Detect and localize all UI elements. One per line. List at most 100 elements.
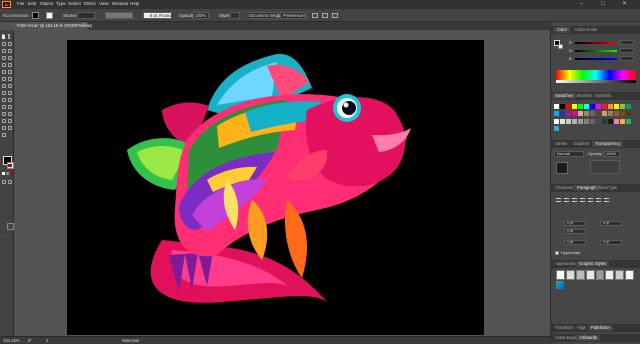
color-swatch[interactable] xyxy=(566,111,571,117)
arrange-icon[interactable] xyxy=(312,13,318,18)
color-swatch[interactable] xyxy=(590,118,595,124)
color-swatch[interactable] xyxy=(560,104,565,109)
color-swatch[interactable] xyxy=(602,104,607,109)
first-line-indent-field[interactable]: 0 pt xyxy=(564,229,586,234)
tab-stroke[interactable]: Stroke xyxy=(552,141,570,147)
panel-menu-icon[interactable] xyxy=(332,13,338,18)
magic-wand-icon[interactable] xyxy=(2,42,6,46)
none-mode-icon[interactable] xyxy=(10,172,13,175)
color-swatch[interactable] xyxy=(596,104,601,109)
color-swatch[interactable] xyxy=(590,111,595,117)
menu-window[interactable]: Window xyxy=(112,2,128,7)
red-value-field[interactable] xyxy=(620,40,634,45)
space-before-field[interactable]: 0 pt xyxy=(564,240,586,245)
color-swatch[interactable] xyxy=(554,118,559,124)
shaper-tool-icon[interactable] xyxy=(2,70,6,74)
color-swatch[interactable] xyxy=(572,111,577,117)
menu-type[interactable]: Type xyxy=(56,2,66,7)
perspective-grid-icon[interactable] xyxy=(2,98,6,102)
align-right-icon[interactable] xyxy=(572,198,577,202)
justify-center-icon[interactable] xyxy=(588,198,593,202)
color-swatch[interactable] xyxy=(560,111,565,117)
eyedropper-icon[interactable] xyxy=(8,105,12,109)
eraser-tool-icon[interactable] xyxy=(2,77,6,81)
draw-mode-icon[interactable] xyxy=(2,180,6,184)
color-swatch[interactable] xyxy=(614,104,619,109)
opacity-mask-thumbnail[interactable] xyxy=(556,162,568,174)
tab-artboards[interactable]: Artboards xyxy=(576,335,601,342)
blue-slider[interactable] xyxy=(575,58,617,60)
color-swatch[interactable] xyxy=(602,118,607,124)
document-setup-button[interactable]: Document Setup xyxy=(246,12,280,19)
tab-close-icon[interactable]: × xyxy=(82,23,85,28)
variable-width-profile[interactable] xyxy=(105,12,133,19)
rotate-tool-icon[interactable] xyxy=(8,77,12,81)
color-swatch[interactable] xyxy=(572,118,577,124)
color-swatch[interactable] xyxy=(596,111,601,117)
gradient-tool-icon[interactable] xyxy=(2,105,6,109)
color-swatch[interactable] xyxy=(626,104,631,109)
graph-tool-icon[interactable] xyxy=(2,119,6,123)
blue-value-field[interactable] xyxy=(620,56,634,61)
tab-graphic-styles[interactable]: Graphic Styles xyxy=(576,261,610,268)
hand-tool-icon[interactable] xyxy=(8,126,12,130)
color-swatch[interactable] xyxy=(578,104,583,109)
document-tab[interactable]: FISH Art.ai* @ 104.16 % (RGB/Preview) × xyxy=(14,22,92,30)
color-swatch[interactable] xyxy=(584,104,589,109)
fill-swatch[interactable] xyxy=(32,12,39,19)
color-stroke-box[interactable] xyxy=(558,44,563,49)
space-after-field[interactable]: 0 pt xyxy=(600,240,622,245)
color-swatch[interactable] xyxy=(566,118,571,124)
tab-symbols[interactable]: Symbols xyxy=(592,93,614,99)
color-swatch[interactable] xyxy=(620,111,625,117)
style-4[interactable] xyxy=(585,270,595,280)
tab-color[interactable]: Color xyxy=(554,27,571,34)
tab-opentype[interactable]: OpenType xyxy=(595,185,620,191)
scale-tool-icon[interactable] xyxy=(2,84,6,88)
curvature-tool-icon[interactable] xyxy=(8,49,12,53)
color-swatch[interactable] xyxy=(566,104,571,109)
style-2[interactable] xyxy=(565,270,575,280)
color-swatch[interactable] xyxy=(602,111,607,117)
artboard-tool-icon[interactable] xyxy=(8,119,12,123)
maximize-icon[interactable]: □ xyxy=(601,1,605,7)
artboard[interactable] xyxy=(67,40,484,335)
color-swatch[interactable] xyxy=(584,111,589,117)
direct-selection-tool-icon[interactable] xyxy=(8,34,11,39)
style-default[interactable] xyxy=(556,270,565,280)
paintbrush-tool-icon[interactable] xyxy=(8,63,12,67)
tab-gradient[interactable]: Gradient xyxy=(570,141,592,147)
selection-tool-icon[interactable] xyxy=(2,34,6,39)
style-picker[interactable] xyxy=(230,12,240,19)
tab-transparency[interactable]: Transparency xyxy=(592,141,624,148)
color-swatch[interactable] xyxy=(572,104,577,109)
style-5[interactable] xyxy=(595,270,605,280)
color-swatch[interactable] xyxy=(560,118,565,124)
color-swatch[interactable] xyxy=(626,118,631,124)
zoom-tool-icon[interactable] xyxy=(2,133,6,137)
color-mode-icon[interactable] xyxy=(2,172,5,175)
pen-tool-icon[interactable] xyxy=(2,49,6,53)
make-mask-button[interactable] xyxy=(590,160,620,174)
mesh-tool-icon[interactable] xyxy=(8,98,12,102)
color-swatch[interactable] xyxy=(620,104,625,109)
menu-object[interactable]: Object xyxy=(40,2,53,7)
free-transform-icon[interactable] xyxy=(2,91,6,95)
color-spectrum[interactable] xyxy=(556,70,636,80)
stroke-swatch[interactable] xyxy=(46,12,53,19)
right-indent-field[interactable]: 0 pt xyxy=(600,221,622,226)
color-swatch[interactable] xyxy=(614,111,619,117)
menu-effect[interactable]: Effect xyxy=(84,2,96,7)
more-tools-icon[interactable]: ··· xyxy=(4,235,9,240)
transparency-opacity-field[interactable]: 100% xyxy=(604,151,620,157)
style-9[interactable] xyxy=(556,281,564,289)
style-6[interactable] xyxy=(605,270,615,280)
color-swatch[interactable] xyxy=(608,118,613,124)
tab-character[interactable]: Character xyxy=(552,185,576,191)
color-swatch[interactable] xyxy=(590,104,595,109)
justify-all-icon[interactable] xyxy=(604,198,609,202)
style-3[interactable] xyxy=(575,270,585,280)
type-tool-icon[interactable] xyxy=(2,56,6,60)
menu-edit[interactable]: Edit xyxy=(28,2,36,7)
grayscale-ramp[interactable] xyxy=(556,80,636,83)
